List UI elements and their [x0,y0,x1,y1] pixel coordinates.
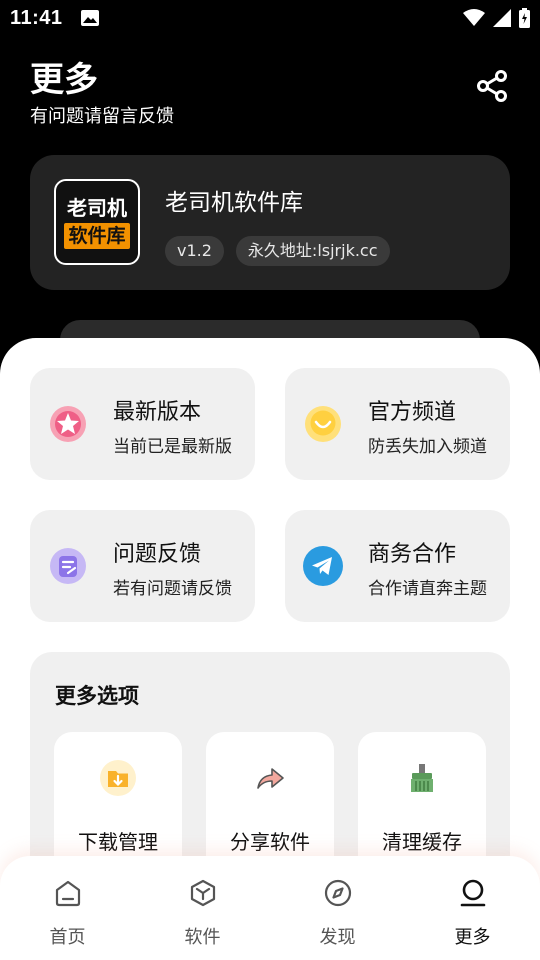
version-badge: v1.2 [165,236,224,266]
logo-text-bottom: 软件库 [64,223,130,249]
tile-business[interactable]: 商务合作 合作请直奔主题 [285,510,510,622]
share-icon [475,69,509,107]
nav-label: 发现 [319,927,356,948]
tile-title: 官方频道 [368,400,457,425]
star-icon [48,404,88,444]
profile-icon [458,878,488,908]
status-bar: 11:41 [0,0,540,36]
battery-icon [519,8,530,32]
broom-icon [402,758,442,798]
address-badge[interactable]: 永久地址:lsjrjk.cc [235,236,390,266]
share-button[interactable] [472,68,512,108]
download-folder-icon [98,758,138,798]
nav-software[interactable]: 软件 [135,856,270,960]
tile-title: 商务合作 [368,542,457,567]
tile-subtitle: 合作请直奔主题 [368,579,487,599]
share-arrow-icon [250,758,290,798]
tile-title: 最新版本 [113,400,202,425]
nav-label: 首页 [49,927,86,948]
nav-label: 更多 [454,927,491,948]
wifi-icon [463,9,485,31]
home-icon [53,878,83,908]
option-label: 清理缓存 [382,830,462,854]
nav-home[interactable]: 首页 [0,856,135,960]
tile-subtitle: 防丢失加入频道 [368,437,487,457]
tile-subtitle: 当前已是最新版 [113,437,232,457]
nav-label: 软件 [184,927,221,948]
tile-subtitle: 若有问题请反馈 [113,579,232,599]
signal-icon [493,9,511,31]
status-time: 11:41 [10,7,63,29]
bottom-navigation: 首页 软件 发现 更多 [0,856,540,960]
more-options-title: 更多选项 [55,684,139,708]
box-icon [188,878,218,908]
tile-feedback[interactable]: 问题反馈 若有问题请反馈 [30,510,255,622]
logo-text-top: 老司机 [67,196,127,220]
image-notification-icon [81,10,99,30]
tile-official-channel[interactable]: 官方频道 防丢失加入频道 [285,368,510,480]
option-label: 分享软件 [230,830,310,854]
page-subtitle: 有问题请留言反馈 [30,106,174,127]
nav-discover[interactable]: 发现 [270,856,405,960]
telegram-icon [303,546,343,586]
app-info-card: 老司机 软件库 老司机软件库 v1.2 永久地址:lsjrjk.cc [30,155,510,290]
option-label: 下载管理 [78,830,158,854]
feedback-doc-icon [48,546,88,586]
page-title: 更多 [30,60,98,100]
app-name: 老司机软件库 [165,190,303,216]
tile-latest-version[interactable]: 最新版本 当前已是最新版 [30,368,255,480]
compass-icon [323,878,353,908]
app-logo: 老司机 软件库 [54,179,140,265]
chat-bubble-icon [303,404,343,444]
tile-title: 问题反馈 [113,542,202,567]
nav-more[interactable]: 更多 [405,856,540,960]
